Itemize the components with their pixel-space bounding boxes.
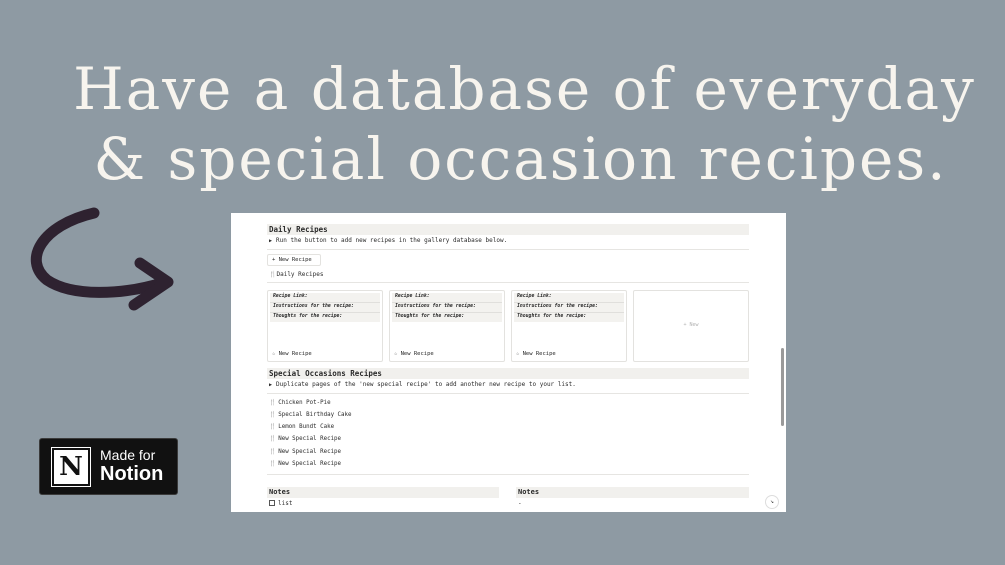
curved-arrow-icon [30,207,174,311]
gallery-card[interactable]: Recipe Link: Instructions for the recipe… [389,290,505,362]
daily-recipes-heading: Daily Recipes [267,224,749,235]
card-title: ☆ New Recipe [516,351,556,357]
headline-line-2: & special occasion recipes. [93,125,948,193]
special-toggle[interactable]: ▶ Duplicate pages of the 'new special rec… [269,381,576,389]
toggle-triangle-icon: ▶ [269,238,273,244]
utensils-icon: 🍴 [269,449,277,455]
new-recipe-button[interactable]: + New Recipe [267,254,321,266]
card-line: Thoughts for the recipe: [395,314,465,319]
toggle-triangle-icon: ▶ [269,382,273,388]
star-icon: ☆ [516,351,523,357]
card-title: ☆ New Recipe [272,351,312,357]
card-line: Instructions for the recipe: [395,304,476,309]
divider [267,282,749,283]
card-line: Recipe Link: [395,294,430,299]
card-line: Instructions for the recipe: [517,304,598,309]
special-toggle-text: Duplicate pages of the 'new special reci… [276,381,576,388]
notion-page-screenshot: Daily Recipes ▶ Run the button to add new… [231,213,786,512]
list-item[interactable]: 🍴 Lemon Bundt Cake [269,423,334,431]
utensils-icon: 🍴 [269,412,277,418]
headline-line-1: Have a database of everyday [73,55,976,123]
list-item[interactable]: 🍴 Chicken Pot-Pie [269,399,331,407]
list-item[interactable]: 🍴 New Special Recipe [269,448,341,456]
divider [267,393,749,394]
card-preview: Recipe Link: Instructions for the recipe… [514,293,624,322]
made-for-notion-badge: N Made for Notion [39,438,178,495]
divider [267,474,749,475]
notes-right-text: - [518,500,522,507]
gallery-card[interactable]: Recipe Link: Instructions for the recipe… [511,290,627,362]
card-preview: Recipe Link: Instructions for the recipe… [270,293,380,322]
star-icon: ☆ [272,351,279,357]
daily-toggle[interactable]: ▶ Run the button to add new recipes in th… [269,237,507,245]
utensils-icon: 🍴 [269,461,277,467]
card-line: Thoughts for the recipe: [517,314,587,319]
list-item[interactable]: 🍴 Special Birthday Cake [269,411,352,419]
utensils-icon: 🍴 [269,424,277,430]
star-icon: ☆ [394,351,401,357]
daily-toggle-text: Run the button to add new recipes in the… [276,237,508,244]
card-line: Recipe Link: [273,294,308,299]
notes-heading-left: Notes [267,487,499,498]
new-recipe-button-label: New Recipe [278,257,312,263]
utensils-icon: 🍴 [269,436,277,442]
new-card-label: + New [683,322,699,328]
list-item[interactable]: 🍴 New Special Recipe [269,460,341,468]
card-line: Instructions for the recipe: [273,304,354,309]
notion-logo-icon: N [52,447,90,486]
card-title: ☆ New Recipe [394,351,434,357]
gallery-card[interactable]: Recipe Link: Instructions for the recipe… [267,290,383,362]
utensils-icon: 🍴 [269,400,277,406]
help-button[interactable]: ↘ [765,495,779,509]
card-line: Recipe Link: [517,294,552,299]
daily-database-title[interactable]: 🍴Daily Recipes [269,271,323,279]
todo-checkbox[interactable]: list [269,500,292,508]
badge-line-2: Notion [100,463,164,486]
plus-icon: + [272,257,279,263]
divider [267,249,749,250]
list-item[interactable]: 🍴 New Special Recipe [269,435,341,443]
daily-database-title-label: Daily Recipes [276,271,324,278]
special-recipes-heading: Special Occasions Recipes [267,368,749,379]
card-preview: Recipe Link: Instructions for the recipe… [392,293,502,322]
notes-heading-right: Notes [516,487,749,498]
checkbox-icon [269,500,275,506]
card-line: Thoughts for the recipe: [273,314,343,319]
scrollbar[interactable] [781,348,784,426]
new-card-button[interactable]: + New [633,290,749,362]
badge-line-1: Made for [100,446,156,463]
